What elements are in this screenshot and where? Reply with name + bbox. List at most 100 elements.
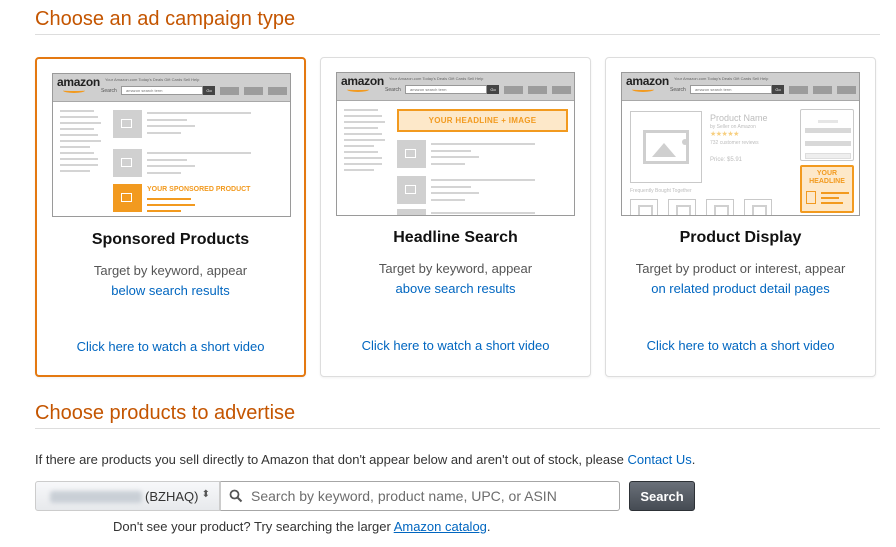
mock-tab <box>789 86 808 94</box>
thumb-image-icon <box>630 199 658 215</box>
select-arrows-icon: ⬍ <box>201 489 210 500</box>
product-display-preview: amazon Your Amazon.com Today's Deals Gif… <box>621 72 860 216</box>
amazon-catalog-link[interactable]: Amazon catalog <box>394 519 487 534</box>
campaign-name: Product Display <box>679 229 802 246</box>
campaign-description: Target by keyword, appear <box>93 263 248 278</box>
star-rating-icon: ★★★★★ <box>710 131 739 138</box>
catalog-hint: Don't see your product? Try searching th… <box>113 519 491 534</box>
mock-nav: Your Amazon.com Today's Deals Gift Cards… <box>105 77 200 82</box>
contact-us-link[interactable]: Contact Us <box>627 452 691 467</box>
mock-go-button: Go <box>772 85 784 94</box>
sponsored-products-preview: amazon Your Amazon.com Today's Deals Gif… <box>52 73 291 217</box>
mock-line <box>431 186 471 188</box>
seller-code: (BZHAQ) <box>145 489 199 504</box>
campaign-placement-text: below search results <box>111 283 230 298</box>
mock-buy-box <box>800 109 854 161</box>
mock-go-button: Go <box>487 85 499 94</box>
mock-nav: Your Amazon.com Today's Deals Gift Cards… <box>674 76 769 81</box>
mock-tab <box>220 87 239 95</box>
info-text-end: . <box>691 452 696 467</box>
campaign-placement-text: on related product detail pages <box>651 281 830 296</box>
mock-line <box>147 210 181 212</box>
mock-tab <box>244 87 263 95</box>
product-display-ad-label: YOUR HEADLINE <box>809 170 845 185</box>
mock-line <box>60 152 94 154</box>
seller-account-select[interactable]: (BZHAQ) ⬍ <box>35 481 220 511</box>
amazon-smile-icon <box>347 87 369 92</box>
products-section-title: Choose products to advertise <box>35 402 296 424</box>
thumb-image-icon <box>744 199 772 215</box>
mock-frequently-bought: Frequently Bought Together <box>630 188 692 194</box>
mock-search-label: Search <box>101 88 117 94</box>
mock-line <box>431 143 535 145</box>
campaign-description: Target by keyword, appear <box>378 261 533 276</box>
product-image-placeholder-icon <box>630 111 702 183</box>
mock-tab <box>504 86 523 94</box>
amazon-logo: amazon <box>341 74 384 88</box>
product-display-ad: YOUR HEADLINE <box>800 165 854 213</box>
mock-line <box>431 179 535 181</box>
mock-line <box>147 198 191 200</box>
campaign-section-title: Choose an ad campaign type <box>35 8 296 30</box>
mock-line <box>60 134 98 136</box>
hint-text: Don't see your product? Try searching th… <box>113 519 394 534</box>
mock-line <box>60 140 101 142</box>
mock-tab <box>837 86 856 94</box>
mock-line <box>60 116 98 118</box>
campaign-card-sponsored-products[interactable]: amazon Your Amazon.com Today's Deals Gif… <box>35 57 306 377</box>
mock-go-button: Go <box>203 86 215 95</box>
mock-line <box>344 139 385 141</box>
mock-line <box>431 150 471 152</box>
mock-line <box>344 127 378 129</box>
watch-video-link[interactable]: Click here to watch a short video <box>37 339 304 354</box>
campaign-placement-text: above search results <box>395 281 516 296</box>
mock-line <box>147 165 195 167</box>
redacted-seller-name <box>50 491 142 503</box>
mock-line <box>60 170 90 172</box>
mock-line <box>147 125 195 127</box>
mock-amazon-header: amazon Your Amazon.com Today's Deals Gif… <box>337 73 574 101</box>
headline-ad-banner: YOUR HEADLINE + IMAGE <box>397 109 568 132</box>
product-search-input[interactable] <box>249 482 614 510</box>
mock-line <box>344 133 382 135</box>
mock-tab <box>528 86 547 94</box>
mock-search-label: Search <box>670 87 686 93</box>
amazon-logo: amazon <box>626 74 669 88</box>
search-button[interactable]: Search <box>629 481 695 511</box>
image-placeholder-icon <box>113 149 142 177</box>
mock-price: Price: $5.91 <box>710 157 743 163</box>
mock-line <box>431 212 535 214</box>
mock-line <box>344 157 382 159</box>
product-search-field[interactable] <box>220 481 620 511</box>
mock-line <box>344 169 374 171</box>
amazon-smile-icon <box>63 88 85 93</box>
mock-tab <box>813 86 832 94</box>
campaign-name: Sponsored Products <box>91 231 250 248</box>
mock-line <box>431 199 465 201</box>
mock-tab <box>552 86 571 94</box>
mock-line <box>147 119 187 121</box>
watch-video-link[interactable]: Click here to watch a short video <box>606 338 875 353</box>
image-placeholder-icon <box>113 110 142 138</box>
campaign-card-headline-search[interactable]: amazon Your Amazon.com Today's Deals Gif… <box>320 57 591 377</box>
watch-video-link[interactable]: Click here to watch a short video <box>321 338 590 353</box>
mock-line <box>431 156 479 158</box>
campaign-description: Target by product or interest, appear <box>635 261 846 276</box>
mock-amazon-header: amazon Your Amazon.com Today's Deals Gif… <box>53 74 290 102</box>
search-icon <box>229 489 243 503</box>
info-text-body: If there are products you sell directly … <box>35 452 628 467</box>
mock-line <box>60 146 90 148</box>
mock-line <box>60 158 98 160</box>
section-divider <box>35 34 880 35</box>
ad-image-icon <box>806 191 816 204</box>
image-placeholder-icon <box>397 176 426 204</box>
mock-line <box>147 159 187 161</box>
mock-line <box>344 121 385 123</box>
mock-search-box: amazon search term <box>690 85 772 94</box>
sponsored-image-icon <box>113 184 142 212</box>
mock-line <box>344 151 378 153</box>
amazon-smile-icon <box>632 87 654 92</box>
campaign-card-product-display[interactable]: amazon Your Amazon.com Today's Deals Gif… <box>605 57 876 377</box>
hint-end: . <box>486 519 491 534</box>
section-divider <box>35 428 880 429</box>
